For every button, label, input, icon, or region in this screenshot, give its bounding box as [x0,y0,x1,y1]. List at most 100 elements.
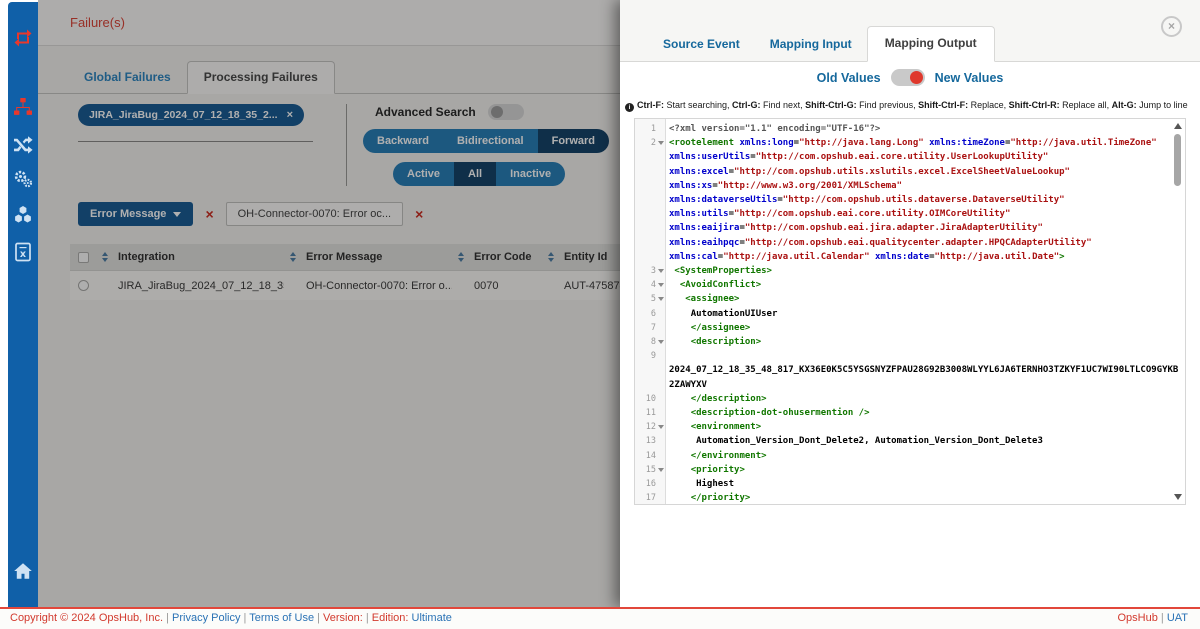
code-line: 4 <AvoidConflict> [635,278,1185,292]
footer-text: | [240,612,249,624]
hint-text: Find previous, [857,100,919,110]
code-line: 16 Highest [635,477,1185,491]
integration-tree-icon[interactable] [13,97,33,117]
line-number-gutter: 6 [635,307,665,321]
line-number-gutter: 5 [635,292,665,306]
line-number-gutter: 3 [635,264,665,278]
code-content: <SystemProperties> [665,264,1181,278]
footer-text: OpsHub [1117,612,1157,624]
footer-text: Version: [323,612,363,624]
fold-arrow-icon[interactable] [658,425,664,429]
code-line: 6 AutomationUIUser [635,307,1185,321]
line-number-gutter: 16 [635,477,665,491]
code-content: </environment> [665,449,1181,463]
footer-link[interactable]: Privacy Policy [172,612,240,624]
footer-copyright: Copyright © 2024 OpsHub, Inc. | Privacy … [10,609,452,628]
close-icon[interactable]: × [1161,16,1182,37]
code-line: 13 Automation_Version_Dont_Delete2, Auto… [635,434,1185,448]
code-content: 2024_07_12_18_35_48_817_KX36E0K5C5YSGSNY… [665,349,1181,392]
code-content: <description-dot-ohusermention /> [665,406,1181,420]
fold-arrow-icon[interactable] [658,340,664,344]
hint-text: Start searching, [664,100,732,110]
editor-search-hint: iCtrl-F: Start searching, Ctrl-G: Find n… [625,100,1195,112]
scroll-up-icon[interactable] [1174,123,1182,129]
fold-arrow-icon[interactable] [658,283,664,287]
excel-report-icon[interactable]: x [13,242,33,262]
code-content: </description> [665,392,1181,406]
line-number-gutter: 7 [635,321,665,335]
editor-scrollbar[interactable] [1173,123,1183,500]
footer-text: | [314,612,323,624]
footer-environment: OpsHub | UAT [1117,609,1188,628]
hint-text: Find next, [761,100,806,110]
footer-link[interactable]: Terms of Use [249,612,314,624]
code-content: <priority> [665,463,1181,477]
hint-shortcut: Ctrl-G: [732,100,761,110]
settings-gears-icon[interactable] [13,169,33,189]
code-line: 10 </description> [635,392,1185,406]
fold-arrow-icon[interactable] [658,297,664,301]
panel-tab-mapping-input[interactable]: Mapping Input [755,28,867,62]
line-number-gutter: 1 [635,122,665,136]
new-values-label: New Values [935,71,1004,85]
code-line: 3 <SystemProperties> [635,264,1185,278]
hint-shortcut: Shift-Ctrl-F: [918,100,968,110]
footer-link[interactable]: UAT [1167,612,1188,624]
line-number-gutter: 13 [635,434,665,448]
code-content: AutomationUIUser [665,307,1181,321]
xml-code-editor[interactable]: 1<?xml version="1.1" encoding="UTF-16"?>… [634,118,1186,505]
code-line: 8 <description> [635,335,1185,349]
old-values-label: Old Values [817,71,881,85]
footer-text: | [1158,612,1167,624]
panel-tab-source-event[interactable]: Source Event [648,28,755,62]
line-number-gutter: 17 [635,491,665,505]
code-content: </priority> [665,491,1181,505]
old-new-values-toggle[interactable] [891,69,925,86]
code-content: Highest [665,477,1181,491]
modules-cubes-icon[interactable] [13,205,33,225]
line-number-gutter: 8 [635,335,665,349]
toggle-knob [910,71,923,84]
footer-text: | [163,612,172,624]
code-content: <description> [665,335,1181,349]
code-line: 12 <environment> [635,420,1185,434]
code-content: Automation_Version_Dont_Delete2, Automat… [665,434,1181,448]
line-number-gutter: 11 [635,406,665,420]
code-content: <rootelement xmlns:long="http://java.lan… [665,136,1181,264]
hint-text: Replace, [968,100,1009,110]
hint-shortcut: Ctrl-F: [637,100,664,110]
footer-link[interactable]: Ultimate [408,612,451,624]
code-line: 11 <description-dot-ohusermention /> [635,406,1185,420]
code-content: <assignee> [665,292,1181,306]
left-navigation-sidebar: x [8,2,38,607]
fold-arrow-icon[interactable] [658,141,664,145]
line-number-gutter: 9 [635,349,665,363]
panel-tab-bar: Source EventMapping InputMapping Output … [620,0,1200,62]
fold-arrow-icon[interactable] [658,468,664,472]
hint-text: Jump to line [1137,100,1188,110]
code-line: 14 </environment> [635,449,1185,463]
svg-text:x: x [20,249,26,260]
shuffle-mappings-icon[interactable] [13,134,33,154]
info-icon: i [625,103,634,112]
panel-tab-mapping-output[interactable]: Mapping Output [867,26,995,62]
code-content: </assignee> [665,321,1181,335]
scroll-down-icon[interactable] [1174,494,1182,500]
line-number-gutter: 10 [635,392,665,406]
code-content: <?xml version="1.1" encoding="UTF-16"?> [665,122,1181,136]
fold-arrow-icon[interactable] [658,269,664,273]
code-line: 5 <assignee> [635,292,1185,306]
footer-text: Edition: [372,612,409,624]
code-content: <environment> [665,420,1181,434]
line-number-gutter: 15 [635,463,665,477]
sync-icon[interactable] [13,28,33,48]
line-number-gutter: 14 [635,449,665,463]
scrollbar-thumb[interactable] [1174,134,1181,186]
footer: Copyright © 2024 OpsHub, Inc. | Privacy … [0,607,1200,629]
footer-text: | [363,612,372,624]
line-number-gutter: 2 [635,136,665,150]
hint-shortcut: Shift-Ctrl-G: [805,100,857,110]
home-icon[interactable] [13,561,33,581]
code-line: 1<?xml version="1.1" encoding="UTF-16"?> [635,122,1185,136]
hint-shortcut: Shift-Ctrl-R: [1009,100,1060,110]
